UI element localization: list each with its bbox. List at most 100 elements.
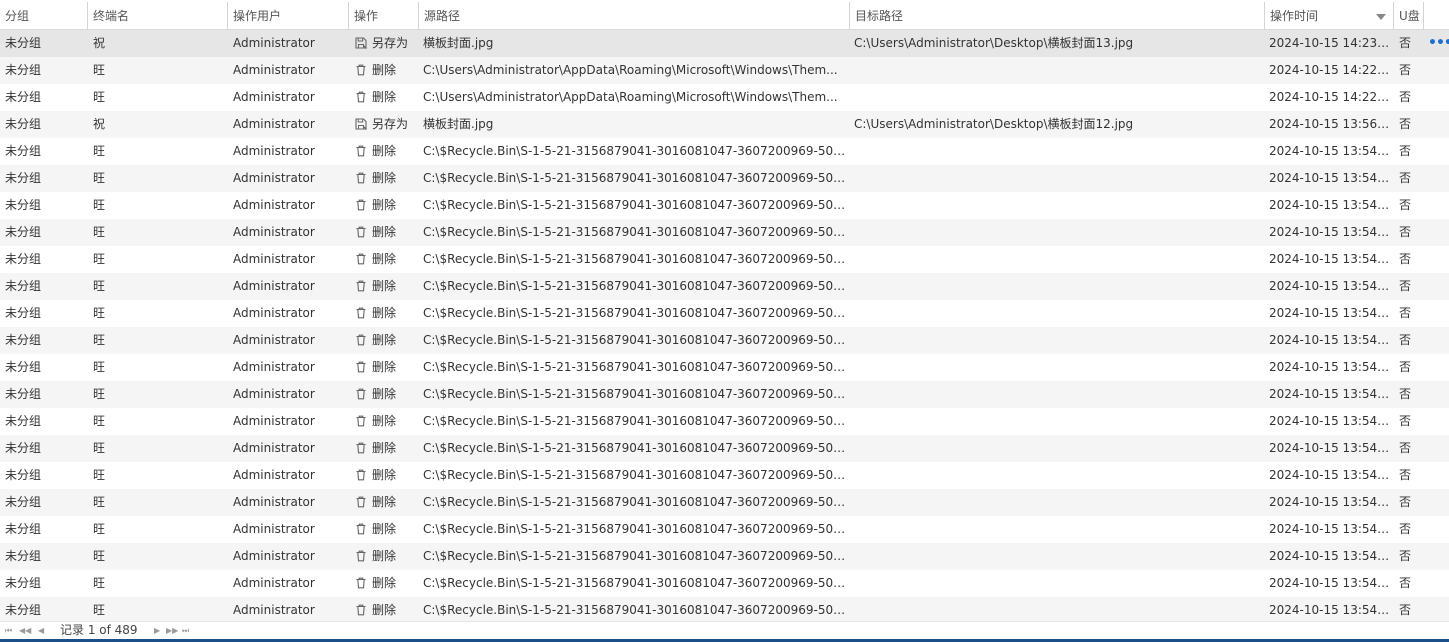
cell-usb: 否	[1399, 36, 1412, 50]
cell-user: Administrator	[233, 468, 315, 482]
pager-last-icon[interactable]: ⏭	[182, 622, 189, 640]
column-header-operation[interactable]: 操作	[349, 2, 419, 29]
cell-usb: 否	[1399, 576, 1412, 590]
column-header-user[interactable]: 操作用户	[228, 2, 349, 29]
cell-target-path	[854, 138, 1259, 165]
cell-operation: 删除	[354, 489, 416, 516]
table-row[interactable]: 未分组 旺 Administrator 删除 C:\$Recycle.Bin\S-1-5…	[0, 138, 1449, 165]
cell-operation: 删除	[354, 570, 416, 597]
table-row[interactable]: 未分组 旺 Administrator 删除 C:\$Recycle.Bin\S-1-5…	[0, 219, 1449, 246]
table-row[interactable]: 未分组 旺 Administrator 删除 C:\$Recycle.Bin\S-1-5…	[0, 165, 1449, 192]
cell-target-path	[854, 57, 1259, 84]
cell-target-path	[854, 246, 1259, 273]
cell-user: Administrator	[233, 387, 315, 401]
operation-label: 删除	[372, 441, 397, 455]
column-header-source-path[interactable]: 源路径	[419, 2, 850, 29]
cell-target-path	[854, 300, 1259, 327]
column-header-terminal[interactable]: 终端名	[88, 2, 228, 29]
table-row[interactable]: 未分组 旺 Administrator 删除 C:\Users\Administrato…	[0, 57, 1449, 84]
cell-time: 2024-10-15 14:22:07	[1269, 63, 1393, 77]
cell-time: 2024-10-15 13:54:15	[1269, 387, 1393, 401]
table-row[interactable]: 未分组 祝 Administrator 另存为 横板封面.jpg C:\Users\Adm…	[0, 30, 1449, 57]
cell-group: 未分组	[5, 387, 42, 401]
column-header-time-label: 操作时间	[1270, 9, 1319, 23]
cell-operation: 另存为	[354, 30, 416, 57]
cell-time: 2024-10-15 13:54:16	[1269, 333, 1393, 347]
trash-icon	[354, 573, 368, 589]
table-row[interactable]: 未分组 旺 Administrator 删除 C:\$Recycle.Bin\S-1-5…	[0, 300, 1449, 327]
cell-terminal: 旺	[93, 306, 106, 320]
cell-usb: 否	[1399, 117, 1412, 131]
table-row[interactable]: 未分组 旺 Administrator 删除 C:\$Recycle.Bin\S-1-5…	[0, 597, 1449, 622]
cell-source-path: C:\$Recycle.Bin\S-1-5-21-3156879041-3016…	[423, 198, 846, 212]
cell-time: 2024-10-15 14:23:06	[1269, 36, 1393, 50]
cell-group: 未分组	[5, 36, 42, 50]
table-row[interactable]: 未分组 旺 Administrator 删除 C:\$Recycle.Bin\S-1-5…	[0, 354, 1449, 381]
pager-first-icon[interactable]: ⏮	[5, 622, 12, 640]
cell-operation: 删除	[354, 57, 416, 84]
cell-time: 2024-10-15 13:54:15	[1269, 603, 1393, 617]
table-row[interactable]: 未分组 旺 Administrator 删除 C:\$Recycle.Bin\S-1-5…	[0, 516, 1449, 543]
table-row[interactable]: 未分组 旺 Administrator 删除 C:\$Recycle.Bin\S-1-5…	[0, 192, 1449, 219]
column-header-time[interactable]: 操作时间	[1265, 2, 1394, 29]
cell-operation: 删除	[354, 84, 416, 111]
cell-user: Administrator	[233, 117, 315, 131]
operation-label: 删除	[372, 90, 397, 104]
column-header-usb[interactable]: U盘	[1394, 2, 1424, 29]
cell-time: 2024-10-15 13:54:16	[1269, 144, 1393, 158]
cell-source-path: C:\$Recycle.Bin\S-1-5-21-3156879041-3016…	[423, 603, 846, 617]
cell-source-path: C:\$Recycle.Bin\S-1-5-21-3156879041-3016…	[423, 522, 846, 536]
record-counter: 记录 1 of 489	[60, 623, 138, 637]
column-header-target-path[interactable]: 目标路径	[850, 2, 1265, 29]
table-row[interactable]: 未分组 旺 Administrator 删除 C:\$Recycle.Bin\S-1-5…	[0, 435, 1449, 462]
table-row[interactable]: 未分组 旺 Administrator 删除 C:\$Recycle.Bin\S-1-5…	[0, 327, 1449, 354]
cell-usb: 否	[1399, 306, 1412, 320]
cell-group: 未分组	[5, 549, 42, 563]
cell-time: 2024-10-15 14:22:07	[1269, 90, 1393, 104]
cell-target-path	[854, 219, 1259, 246]
cell-terminal: 旺	[93, 333, 106, 347]
cell-user: Administrator	[233, 144, 315, 158]
cell-target-path	[854, 192, 1259, 219]
pager-next-page-icon[interactable]: ▶▶	[166, 622, 178, 640]
cell-user: Administrator	[233, 360, 315, 374]
table-row[interactable]: 未分组 旺 Administrator 删除 C:\$Recycle.Bin\S-1-5…	[0, 381, 1449, 408]
cell-source-path: C:\$Recycle.Bin\S-1-5-21-3156879041-3016…	[423, 495, 846, 509]
cell-terminal: 旺	[93, 441, 106, 455]
cell-terminal: 旺	[93, 495, 106, 509]
cell-user: Administrator	[233, 36, 315, 50]
sort-descending-icon	[1376, 14, 1386, 20]
cell-usb: 否	[1399, 90, 1412, 104]
more-icon[interactable]: •••	[1428, 30, 1449, 57]
cell-user: Administrator	[233, 414, 315, 428]
cell-operation: 删除	[354, 300, 416, 327]
table-row[interactable]: 未分组 旺 Administrator 删除 C:\$Recycle.Bin\S-1-5…	[0, 246, 1449, 273]
table-row[interactable]: 未分组 旺 Administrator 删除 C:\$Recycle.Bin\S-1-5…	[0, 273, 1449, 300]
operation-label: 删除	[372, 360, 397, 374]
cell-usb: 否	[1399, 387, 1412, 401]
cell-user: Administrator	[233, 306, 315, 320]
cell-time: 2024-10-15 13:54:15	[1269, 576, 1393, 590]
table-row[interactable]: 未分组 旺 Administrator 删除 C:\$Recycle.Bin\S-1-5…	[0, 489, 1449, 516]
pager-prev-icon[interactable]: ◀	[38, 622, 44, 640]
cell-source-path: C:\$Recycle.Bin\S-1-5-21-3156879041-3016…	[423, 252, 846, 266]
column-header-group[interactable]: 分组	[0, 2, 88, 29]
table-row[interactable]: 未分组 旺 Administrator 删除 C:\$Recycle.Bin\S-1-5…	[0, 408, 1449, 435]
pager-prev-page-icon[interactable]: ◀◀	[19, 622, 31, 640]
cell-operation: 删除	[354, 516, 416, 543]
cell-source-path: C:\$Recycle.Bin\S-1-5-21-3156879041-3016…	[423, 441, 846, 455]
operation-label: 删除	[372, 603, 397, 617]
table-row[interactable]: 未分组 旺 Administrator 删除 C:\Users\Administrato…	[0, 84, 1449, 111]
table-row[interactable]: 未分组 祝 Administrator 另存为 横板封面.jpg C:\Users\Adm…	[0, 111, 1449, 138]
cell-target-path	[854, 516, 1259, 543]
pager-next-icon[interactable]: ▶	[154, 622, 160, 640]
cell-usb: 否	[1399, 225, 1412, 239]
cell-terminal: 旺	[93, 522, 106, 536]
cell-operation: 删除	[354, 246, 416, 273]
cell-target-path	[854, 597, 1259, 622]
cell-group: 未分组	[5, 576, 42, 590]
table-row[interactable]: 未分组 旺 Administrator 删除 C:\$Recycle.Bin\S-1-5…	[0, 543, 1449, 570]
operation-label: 删除	[372, 306, 397, 320]
table-row[interactable]: 未分组 旺 Administrator 删除 C:\$Recycle.Bin\S-1-5…	[0, 462, 1449, 489]
table-row[interactable]: 未分组 旺 Administrator 删除 C:\$Recycle.Bin\S-1-5…	[0, 570, 1449, 597]
